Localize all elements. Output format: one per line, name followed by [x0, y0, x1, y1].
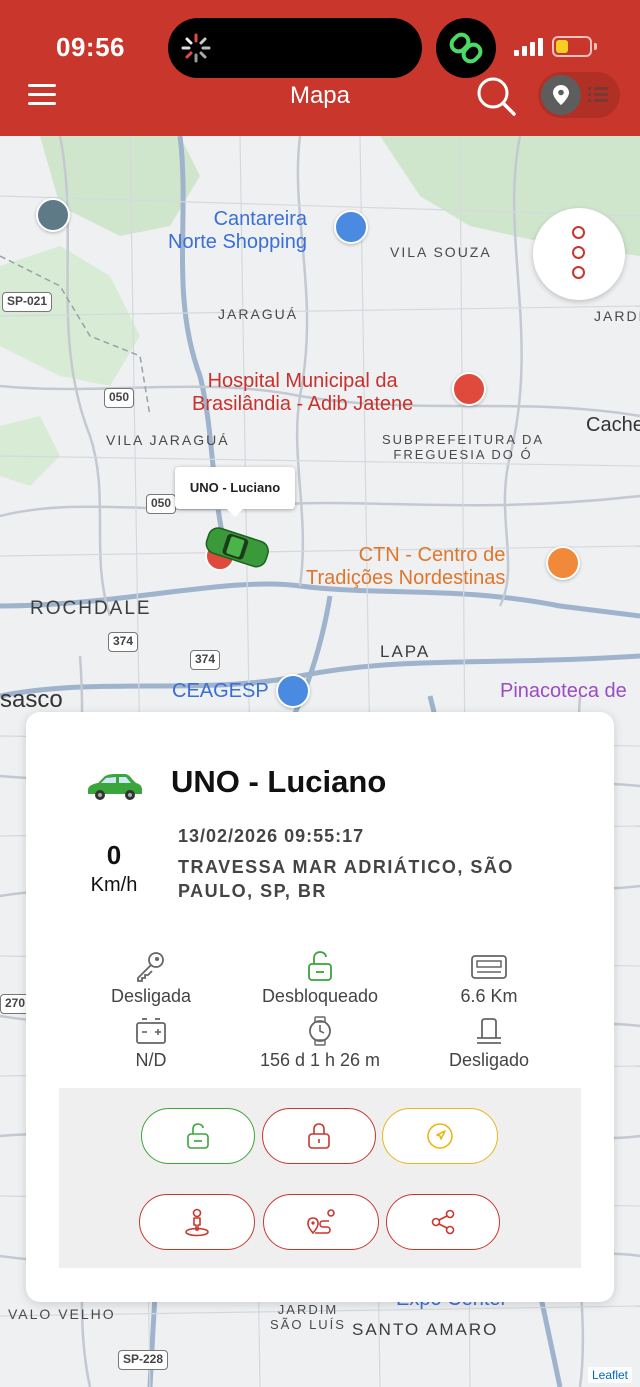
map-label-subprefeitura: SUBPREFEITURA DA FREGUESIA DO Ó [382, 432, 545, 462]
stat-label: Desbloqueado [261, 986, 379, 1006]
stat-label: N/D [135, 1050, 167, 1070]
road-shield: SP-021 [2, 292, 53, 312]
unlock-vehicle-button[interactable] [141, 1108, 255, 1164]
map-label-cache: Cache [586, 414, 640, 436]
unlock-icon [308, 951, 332, 981]
map-label-rochdale: ROCHDALE [30, 598, 152, 619]
park-poi-icon[interactable] [36, 198, 70, 232]
battery-icon [552, 36, 592, 57]
dynamic-island [168, 18, 422, 78]
navigate-button[interactable] [382, 1108, 498, 1164]
key-icon [137, 952, 164, 982]
loading-spinner-icon [181, 33, 211, 63]
route-icon [307, 1209, 335, 1235]
location-toggle[interactable] [538, 72, 620, 118]
map-label-jardi: JARDI [594, 308, 640, 324]
lock-status: Desbloqueado [235, 950, 405, 1007]
list-icon [588, 87, 608, 102]
map-label-jardim-sao-luis: JARDIM SÃO LUÍS [270, 1302, 346, 1332]
road-shield: 374 [190, 650, 221, 670]
unlock-icon [187, 1123, 209, 1149]
speed-unit: Km/h [90, 874, 138, 896]
ignition-icon [477, 1018, 501, 1044]
car-marker-icon[interactable] [196, 522, 276, 578]
odometer-icon [471, 955, 507, 979]
app-header: 09:56 Mapa [0, 0, 640, 136]
map-label-vila-jaragua: VILA JARAGUÁ [106, 432, 230, 448]
odometer-status: 6.6 Km [404, 950, 574, 1007]
stat-label: Desligada [110, 986, 192, 1006]
car-icon [88, 774, 142, 800]
vehicle-address: TRAVESSA MAR ADRIÁTICO, SÃO PAULO, SP, B… [178, 857, 514, 901]
navigation-arrow-icon [427, 1123, 453, 1149]
road-shield: SP-228 [118, 1350, 169, 1370]
map-pin-icon [541, 75, 581, 115]
status-time: 09:56 [56, 32, 125, 62]
map-label-vila-souza: VILA SOUZA [390, 244, 492, 260]
map-label-lapa: LAPA [380, 642, 431, 661]
person-pin-icon [185, 1208, 209, 1237]
leaflet-attribution[interactable]: Leaflet [587, 1367, 632, 1383]
shopping-poi-icon[interactable] [334, 210, 368, 244]
map-label-jaragua: JARAGUÁ [218, 306, 299, 322]
map-label-ctn: CTN - Centro de Tradições Nordestinas [306, 544, 506, 589]
vehicle-name: UNO - Luciano [171, 764, 387, 799]
search-icon[interactable] [474, 74, 518, 118]
battery-icon [136, 1018, 166, 1044]
map-label-pinacoteca: Pinacoteca de [500, 680, 627, 702]
map-label-ceagesp: CEAGESP [172, 680, 269, 702]
battery-status: N/D [66, 1016, 236, 1071]
map-label-osasco: sasco [0, 686, 63, 713]
last-update-timestamp: 13/02/2026 09:55:17 [178, 826, 365, 846]
road-shield: 050 [146, 494, 177, 514]
road-shield: 374 [108, 632, 139, 652]
hospital-poi-icon[interactable] [452, 372, 486, 406]
share-location-button[interactable] [386, 1194, 500, 1250]
map-label-hospital: Hospital Municipal da Brasilândia - Adib… [192, 370, 414, 415]
link-app-icon [436, 18, 496, 78]
lock-vehicle-button[interactable] [262, 1108, 376, 1164]
shopping-cart-poi-icon[interactable] [276, 674, 310, 708]
cellular-signal-icon [514, 38, 546, 56]
map-label-santo-amaro: SANTO AMARO [352, 1320, 499, 1339]
street-view-button[interactable] [139, 1194, 255, 1250]
share-icon [431, 1209, 455, 1235]
vehicle-tooltip[interactable]: UNO - Luciano [175, 467, 295, 517]
speed-value: 0 [106, 840, 122, 870]
map-label-cantareira: Cantareira Norte Shopping [168, 208, 307, 253]
ignition-status: Desligada [66, 950, 236, 1007]
stat-label: 6.6 Km [460, 986, 518, 1006]
lock-icon [308, 1123, 330, 1149]
map-label-valo-velho: VALO VELHO [8, 1306, 116, 1322]
action-buttons-panel [59, 1088, 581, 1268]
stat-label: 156 d 1 h 26 m [259, 1050, 381, 1070]
time-status: 156 d 1 h 26 m [235, 1016, 405, 1071]
route-history-button[interactable] [263, 1194, 379, 1250]
vehicle-info-card: UNO - Luciano 0 Km/h 13/02/2026 09:55:17… [26, 712, 614, 1302]
stat-label: Desligado [448, 1050, 530, 1070]
road-shield: 050 [104, 388, 135, 408]
restaurant-poi-icon[interactable] [546, 546, 580, 580]
output-status: Desligado [404, 1016, 574, 1071]
watch-icon [309, 1016, 331, 1046]
more-options-button[interactable] [533, 208, 625, 300]
